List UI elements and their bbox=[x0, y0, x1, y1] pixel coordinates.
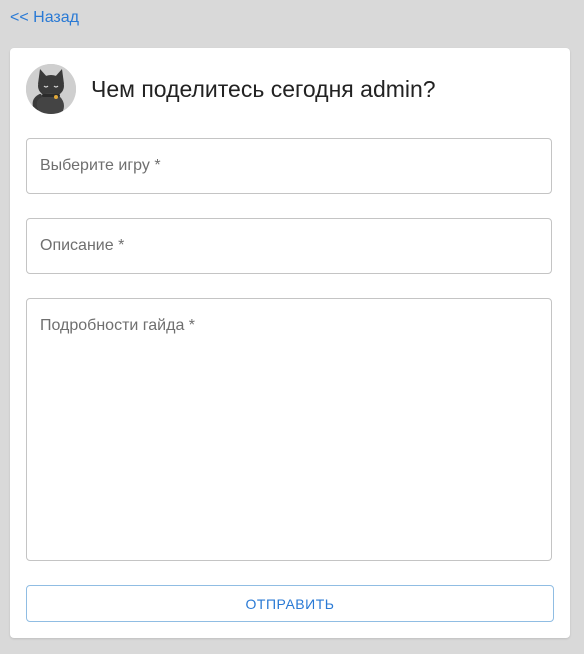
game-select[interactable]: Выберите игру * bbox=[26, 138, 552, 194]
details-placeholder: Подробности гайда * bbox=[40, 317, 196, 334]
create-guide-card: Чем поделитесь сегодня admin? Выберите и… bbox=[10, 48, 570, 638]
description-placeholder: Описание * bbox=[40, 237, 125, 254]
game-select-placeholder: Выберите игру * bbox=[40, 157, 161, 174]
submit-button[interactable]: ОТПРАВИТЬ bbox=[26, 585, 554, 622]
page-title: Чем поделитесь сегодня admin? bbox=[91, 76, 436, 102]
description-field[interactable]: Описание * bbox=[26, 218, 552, 274]
back-link[interactable]: << Назад bbox=[10, 9, 79, 27]
details-textarea[interactable]: Подробности гайда * bbox=[26, 298, 552, 561]
cat-avatar-icon bbox=[26, 64, 76, 114]
card-header: Чем поделитесь сегодня admin? bbox=[26, 64, 436, 114]
avatar bbox=[26, 64, 76, 114]
